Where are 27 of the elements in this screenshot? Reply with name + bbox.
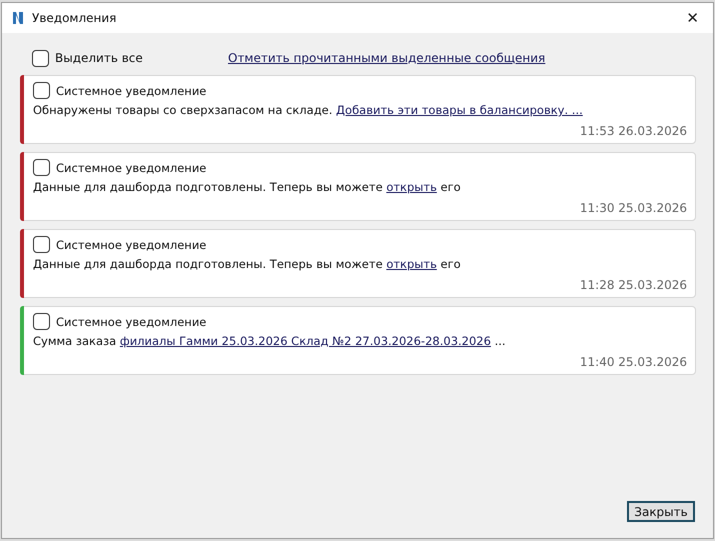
message-link[interactable]: открыть <box>386 257 437 271</box>
close-button[interactable]: Закрыть <box>627 501 695 522</box>
select-all-label: Выделить все <box>55 51 143 65</box>
notification-message: Данные для дашборда подготовлены. Теперь вы можете открыть его <box>33 180 462 194</box>
mark-read-link[interactable]: Отметить прочитанными выделенные сообщения <box>228 51 546 65</box>
message-link[interactable]: открыть <box>386 180 437 194</box>
notification-message: Обнаружены товары со сверхзапасом на складе. Добавить эти товары в балансировку. ... <box>33 103 584 117</box>
notification-message: Сумма заказа филиалы Гамми 25.03.2026 Склад №2 27.03.2026-28.03.2026 ... <box>33 334 507 348</box>
notification-title: Системное уведомление <box>56 160 206 174</box>
timestamp: 11:40 25.03.2026 <box>580 355 687 369</box>
timestamp: 11:28 25.03.2026 <box>580 278 687 292</box>
app-logo-icon <box>12 11 24 25</box>
message-link[interactable]: филиалы Гамми 25.03.2026 Склад №2 27.03.2026-28.03.2026 <box>120 334 491 348</box>
notification-title: Системное уведомление <box>56 84 206 98</box>
checkbox[interactable] <box>33 236 50 253</box>
close-icon[interactable]: ✕ <box>682 9 703 27</box>
checkbox[interactable] <box>33 82 50 99</box>
message-link[interactable]: Добавить эти товары в балансировку. ... <box>336 103 583 117</box>
timestamp: 11:53 26.03.2026 <box>580 124 687 138</box>
checkbox[interactable] <box>33 313 50 330</box>
notification-title: Системное уведомление <box>56 314 206 328</box>
window-title: Уведомления <box>32 11 118 25</box>
notification-title: Системное уведомление <box>56 238 206 252</box>
timestamp: 11:30 25.03.2026 <box>580 201 687 215</box>
checkbox[interactable] <box>33 159 50 176</box>
checkbox[interactable] <box>32 50 49 66</box>
notification-message: Данные для дашборда подготовлены. Теперь вы можете открыть его <box>33 257 462 271</box>
